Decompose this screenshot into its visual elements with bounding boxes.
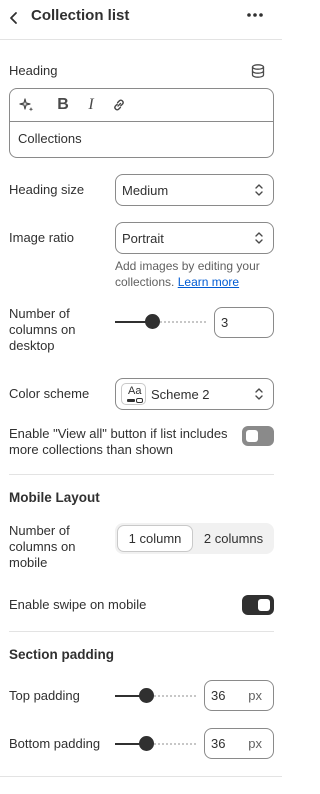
scheme-swatch-secondary (136, 398, 143, 403)
view-all-label: Enable "View all" button if list include… (9, 426, 228, 457)
scheme-swatch: Aa (121, 383, 146, 405)
scheme-swatch-primary (127, 399, 135, 402)
bottom-padding-slider[interactable] (115, 736, 196, 751)
one-column-option[interactable]: 1 column (117, 525, 193, 552)
bold-button[interactable]: B (53, 95, 73, 115)
view-all-toggle[interactable] (242, 426, 274, 446)
columns-desktop-label: Number of columns on desktop (9, 306, 76, 353)
chevron-up-down-icon (255, 232, 263, 244)
scheme-swatch-text: Aa (128, 385, 142, 397)
rte-toolbar: B I (10, 89, 273, 122)
color-scheme-label: Color scheme (9, 386, 90, 401)
top-padding-value: 36 (211, 688, 226, 703)
heading-text[interactable]: Collections (18, 131, 82, 146)
slider-thumb[interactable] (139, 736, 154, 751)
slider-track-empty (152, 321, 206, 323)
chevron-up-down-icon (255, 184, 263, 196)
columns-mobile-label: Number of columns on mobile (9, 523, 76, 570)
toggle-knob (246, 430, 258, 442)
chevron-left-icon[interactable] (6, 10, 22, 26)
top-padding-label: Top padding (9, 688, 80, 703)
image-ratio-hint: Add images by editing your collections. … (115, 258, 275, 290)
database-icon[interactable] (250, 63, 266, 79)
italic-button[interactable]: I (81, 95, 101, 115)
more-options-icon[interactable] (245, 8, 265, 24)
divider (0, 776, 282, 777)
swipe-label: Enable swipe on mobile (9, 597, 147, 612)
slider-thumb[interactable] (145, 314, 160, 329)
heading-label: Heading (9, 63, 58, 78)
top-padding-input[interactable]: 36 px (204, 680, 274, 711)
bottom-padding-unit: px (248, 736, 262, 751)
swipe-toggle[interactable] (242, 595, 274, 615)
learn-more-link[interactable]: Learn more (178, 275, 239, 289)
chevron-up-down-icon (255, 388, 263, 400)
columns-desktop-slider[interactable] (115, 314, 206, 329)
link-icon (114, 99, 124, 111)
ai-sparkle-button[interactable] (17, 95, 37, 115)
heading-size-label: Heading size (9, 182, 85, 197)
bottom-padding-input[interactable]: 36 px (204, 728, 274, 759)
toggle-knob (258, 599, 270, 611)
color-scheme-value: Scheme 2 (151, 387, 210, 402)
image-ratio-label: Image ratio (9, 230, 75, 245)
section-padding-title: Section padding (9, 647, 115, 662)
sparkle-icon (19, 98, 34, 112)
bottom-padding-label: Bottom padding (9, 736, 101, 751)
link-button[interactable] (109, 95, 129, 115)
heading-size-value: Medium (122, 183, 169, 198)
top-padding-slider[interactable] (115, 688, 196, 703)
bottom-padding-value: 36 (211, 736, 226, 751)
heading-rich-text-editor[interactable]: B I Collections (9, 88, 274, 158)
image-ratio-value: Portrait (122, 231, 164, 246)
heading-size-select[interactable]: Medium (115, 174, 274, 206)
two-columns-option[interactable]: 2 columns (195, 525, 272, 552)
color-scheme-select[interactable]: Aa Scheme 2 (115, 378, 274, 410)
divider (9, 474, 274, 475)
slider-thumb[interactable] (139, 688, 154, 703)
divider (9, 631, 274, 632)
columns-mobile-segmented: 1 column 2 columns (115, 523, 274, 554)
columns-desktop-value: 3 (221, 315, 229, 330)
image-ratio-select[interactable]: Portrait (115, 222, 274, 254)
mobile-layout-title: Mobile Layout (9, 490, 100, 505)
columns-desktop-input[interactable]: 3 (214, 307, 274, 338)
top-padding-unit: px (248, 688, 262, 703)
panel-title: Collection list (31, 7, 130, 24)
panel-header: Collection list (0, 0, 282, 40)
